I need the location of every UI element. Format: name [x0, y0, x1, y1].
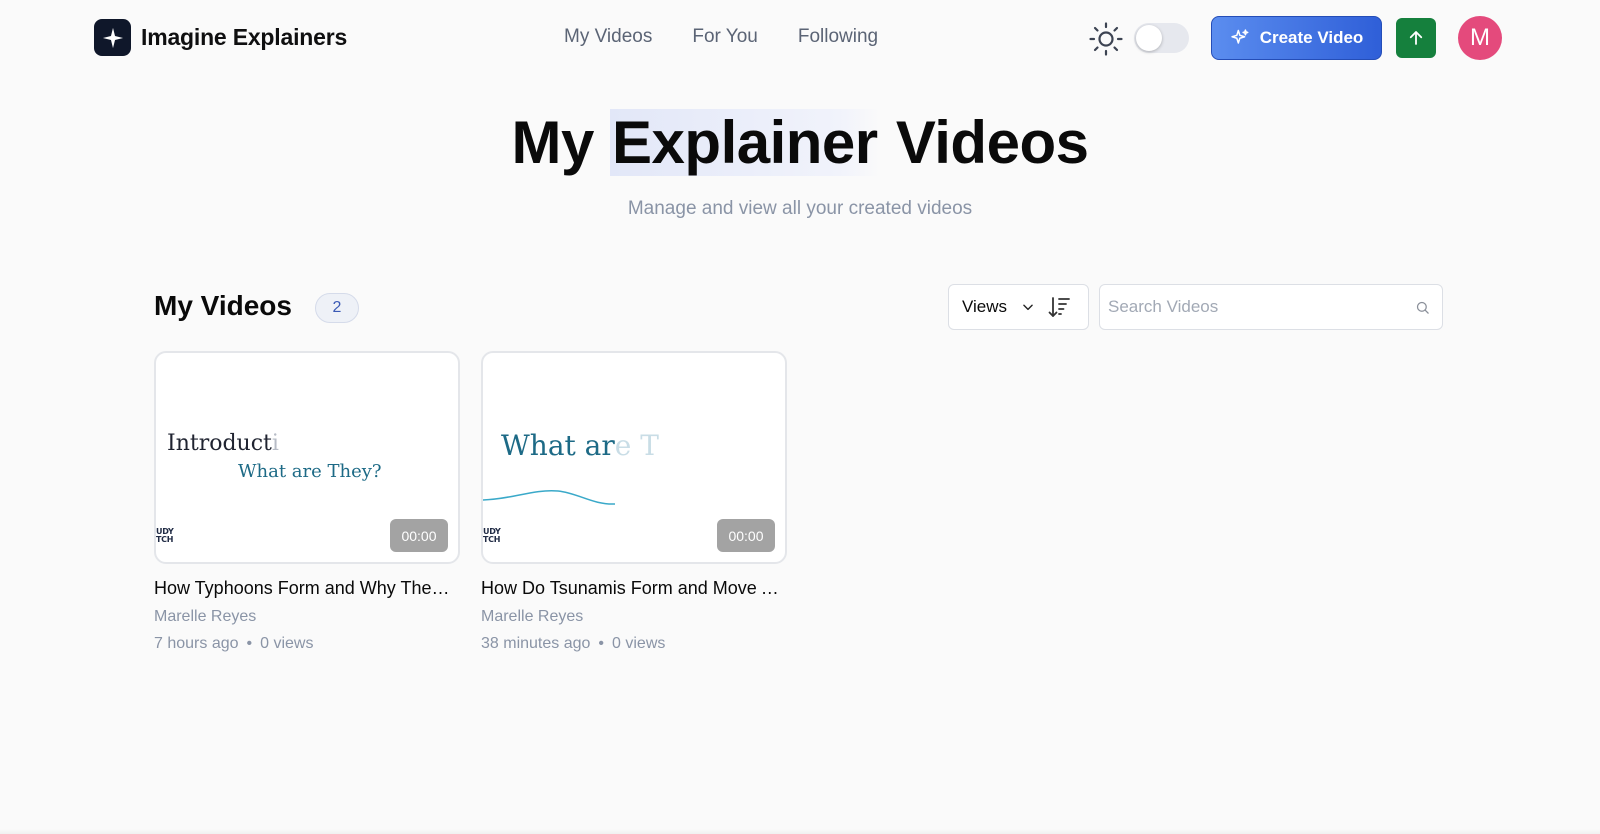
- video-card[interactable]: Introducti What are They? UDY TCH 00:00 H…: [154, 351, 460, 653]
- toggle-knob: [1136, 25, 1162, 51]
- video-count-badge: 2: [315, 293, 359, 323]
- video-time: 38 minutes ago: [481, 635, 591, 652]
- video-thumbnail[interactable]: Introducti What are They? UDY TCH 00:00: [154, 351, 460, 564]
- nav-following[interactable]: Following: [798, 26, 878, 48]
- sun-icon: [1088, 21, 1124, 57]
- page-title: My Explainer Videos: [511, 109, 1089, 176]
- channel-logo: UDY TCH: [156, 527, 174, 544]
- title-highlight: Explainer: [610, 109, 880, 176]
- duration-badge: 00:00: [717, 519, 775, 552]
- video-thumbnail[interactable]: What are T UDY TCH 00:00: [481, 351, 787, 564]
- thumbnail-text-line2: What are They?: [238, 461, 382, 482]
- page-bottom-edge: [0, 829, 1600, 834]
- video-title[interactable]: How Typhoons Form and Why They Are Dange…: [154, 578, 454, 599]
- thumbnail-text-line1: Introducti: [167, 431, 279, 456]
- brand-name: Imagine Explainers: [141, 24, 348, 50]
- video-views: 0 views: [612, 635, 666, 652]
- sort-select[interactable]: Views: [948, 284, 1089, 330]
- sort-descending-icon[interactable]: [1047, 295, 1071, 319]
- video-views: 0 views: [260, 635, 314, 652]
- avatar[interactable]: M: [1458, 16, 1502, 60]
- duration-badge: 00:00: [390, 519, 448, 552]
- search-icon[interactable]: [1415, 300, 1430, 315]
- nav-my-videos[interactable]: My Videos: [564, 26, 652, 48]
- search-input[interactable]: [1100, 287, 1400, 327]
- arrow-up-icon: [1409, 31, 1423, 45]
- video-meta: 7 hours ago • 0 views: [154, 635, 314, 652]
- video-author[interactable]: Marelle Reyes: [481, 608, 787, 626]
- video-card[interactable]: What are T UDY TCH 00:00 How Do Tsunamis …: [481, 351, 787, 653]
- sparkle-icon: [94, 19, 131, 56]
- top-header: Imagine Explainers My Videos For You Fol…: [0, 0, 1600, 76]
- thumbnail-wave: [483, 489, 616, 505]
- sparkles-icon: [1230, 28, 1250, 48]
- theme-toggle[interactable]: [1134, 23, 1189, 53]
- nav-for-you[interactable]: For You: [692, 26, 758, 48]
- section-title: My Videos: [154, 290, 292, 321]
- video-title[interactable]: How Do Tsunamis Form and Move Across Oce…: [481, 578, 781, 599]
- thumbnail-text-line1: What are T: [501, 429, 659, 462]
- video-meta: 38 minutes ago • 0 views: [481, 635, 666, 652]
- chevron-down-icon: [1021, 300, 1035, 314]
- page-subtitle: Manage and view all your created videos: [627, 198, 973, 219]
- create-video-label: Create Video: [1259, 28, 1364, 47]
- main-nav: My Videos For You Following: [564, 26, 918, 48]
- video-time: 7 hours ago: [154, 635, 239, 652]
- search-box: [1099, 284, 1443, 330]
- thumbnail-text-fade: i: [271, 431, 279, 456]
- create-video-button[interactable]: Create Video: [1211, 16, 1382, 60]
- upload-button[interactable]: [1396, 18, 1436, 58]
- brand[interactable]: Imagine Explainers: [94, 19, 347, 56]
- channel-logo: UDY TCH: [483, 527, 501, 544]
- video-author[interactable]: Marelle Reyes: [154, 608, 460, 626]
- sort-selected-value: Views: [962, 297, 1008, 316]
